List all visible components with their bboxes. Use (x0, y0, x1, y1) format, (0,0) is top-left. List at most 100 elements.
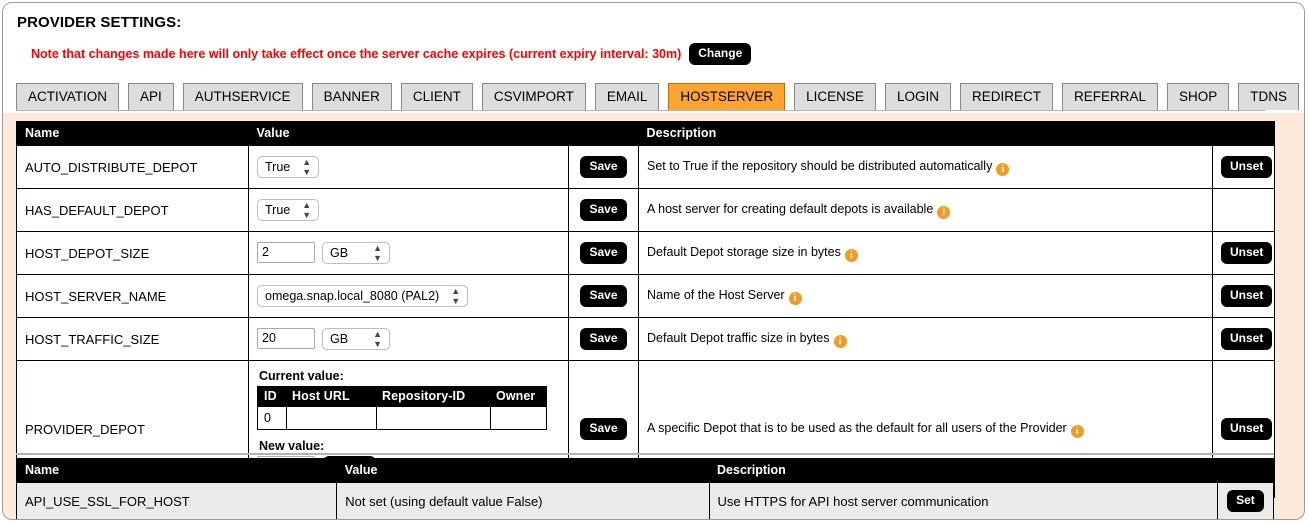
save-button[interactable]: Save (580, 156, 627, 178)
page-title: PROVIDER SETTINGS: (17, 14, 182, 31)
setting-description: Name of the Host Server (647, 288, 785, 302)
tab-authservice[interactable]: AUTHSERVICE (182, 83, 303, 110)
current-depot-table: ID Host URL Repository-ID Owner 0 (257, 386, 547, 430)
tab-license[interactable]: LICENSE (794, 83, 876, 110)
unset-cell: Unset (1212, 317, 1275, 361)
tab-redirect[interactable]: REDIRECT (959, 83, 1053, 110)
header-save-spacer (568, 121, 639, 146)
save-button[interactable]: Save (580, 418, 627, 440)
save-cell: Save (568, 317, 639, 361)
setting-value-cell: GB ▲▼ (248, 231, 569, 275)
unit-select[interactable]: GB ▲ ▼ (322, 242, 390, 265)
value-input[interactable] (257, 327, 315, 349)
chevron-updown-icon: ▲ ▼ (451, 285, 461, 306)
unset-setting-name: API_USE_SSL_FOR_HOST (16, 482, 338, 519)
save-button[interactable]: Save (580, 285, 627, 307)
setting-description-cell: A host server for creating default depot… (638, 188, 1213, 232)
host-server-select[interactable]: omega.snap.local_8080 (PAL2) ▲ ▼ (257, 285, 469, 307)
tab-login[interactable]: LOGIN (884, 83, 951, 110)
tab-email[interactable]: EMAIL (594, 83, 660, 110)
provider-settings-panel: PROVIDER SETTINGS: Note that changes mad… (2, 2, 1305, 520)
unset-cell (1212, 188, 1275, 232)
tab-underline (16, 110, 1265, 111)
unset-table-header-row: Name Value Description (16, 458, 1274, 483)
tab-api[interactable]: API (128, 83, 174, 110)
chevron-updown-icon: ▲ ▼ (373, 242, 382, 263)
unit-select[interactable]: GB ▲ ▼ (322, 328, 390, 351)
current-depot-header-row: ID Host URL Repository-ID Owner (257, 386, 547, 407)
change-expiry-button[interactable]: Change (689, 43, 752, 65)
unset-button[interactable]: Unset (1221, 242, 1273, 264)
depot-col-owner: Owner (490, 386, 547, 407)
setting-description-cell: Default Depot traffic size in bytes i (638, 317, 1213, 361)
current-value-label: Current value: (259, 369, 344, 383)
unset-button[interactable]: Unset (1221, 285, 1273, 307)
unset-setting-value: Not set (using default value False) (336, 482, 710, 519)
setting-value-cell: GB ▲▼ (248, 317, 569, 361)
tab-tdns[interactable]: TDNS (1238, 83, 1299, 110)
depot-col-repository-id: Repository-ID (376, 386, 490, 407)
save-button[interactable]: Save (580, 199, 627, 221)
table-row: AUTO_DISTRIBUTE_DEPOT True ▲ ▼ Save Set to Tr… (16, 145, 1275, 189)
tab-hostserver[interactable]: HOSTSERVER (668, 83, 786, 110)
save-button[interactable]: Save (580, 242, 627, 264)
header-name: Name (16, 121, 249, 146)
value-input[interactable] (257, 241, 315, 263)
table-row: HAS_DEFAULT_DEPOT True ▲ ▼ Save A host server… (16, 188, 1275, 232)
unset-cell: Unset (1212, 231, 1275, 275)
tab-client[interactable]: CLIENT (400, 83, 473, 110)
boolean-select[interactable]: True ▲ ▼ (257, 199, 320, 221)
settings-tab-bar[interactable]: ACTIVATION API AUTHSERVICE BANNER CLIENT CSVI… (16, 83, 1304, 110)
set-button[interactable]: Set (1227, 490, 1264, 512)
info-icon[interactable]: i (788, 292, 802, 305)
setting-value-cell: True ▲ ▼ (248, 188, 569, 232)
chevron-updown-icon: ▲ ▼ (373, 328, 382, 349)
bottom-header-value: Value (336, 458, 710, 483)
unit-select-value: GB (330, 246, 349, 261)
select-value: True (265, 203, 291, 217)
setting-name: HOST_TRAFFIC_SIZE (16, 317, 249, 361)
save-cell: Save (568, 145, 639, 189)
info-icon[interactable]: i (844, 249, 858, 262)
chevron-updown-icon: ▲ ▼ (302, 199, 312, 220)
setting-description: Default Depot traffic size in bytes (647, 331, 830, 345)
setting-name: HAS_DEFAULT_DEPOT (16, 188, 249, 232)
setting-name: AUTO_DISTRIBUTE_DEPOT (16, 145, 249, 189)
cache-expiry-note-text: Note that changes made here will only ta… (31, 46, 682, 61)
depot-cell: 0 (257, 406, 287, 430)
tab-referral[interactable]: REFERRAL (1061, 83, 1158, 110)
tab-csvimport[interactable]: CSVIMPORT (481, 83, 586, 110)
unset-button[interactable]: Unset (1221, 156, 1273, 178)
header-unset-spacer (1212, 121, 1275, 146)
tab-activation[interactable]: ACTIVATION (16, 83, 120, 110)
bottom-header-action-spacer (1217, 458, 1274, 483)
select-value: True (265, 160, 291, 174)
unit-select-value: GB (330, 332, 349, 347)
save-cell: Save (568, 188, 639, 232)
info-icon[interactable]: i (833, 335, 847, 348)
depot-cell (285, 406, 377, 430)
setting-value-cell: True ▲ ▼ (248, 145, 569, 189)
info-icon[interactable]: i (1070, 425, 1084, 438)
setting-description: Default Depot storage size in bytes (647, 245, 841, 259)
save-cell: Save (568, 274, 639, 318)
tab-banner[interactable]: BANNER (311, 83, 392, 110)
setting-description-cell: Set to True if the repository should be … (638, 145, 1213, 189)
table-row: API_USE_SSL_FOR_HOST Not set (using defau… (16, 482, 1274, 519)
unset-button[interactable]: Unset (1221, 328, 1273, 350)
tab-shop[interactable]: SHOP (1166, 83, 1230, 110)
select-value: omega.snap.local_8080 (PAL2) (265, 289, 440, 303)
table-row: HOST_SERVER_NAME omega.snap.local_8080 (P… (16, 274, 1275, 318)
info-icon[interactable]: i (996, 163, 1010, 176)
unset-button[interactable]: Unset (1221, 418, 1273, 440)
chevron-updown-icon: ▲ ▼ (302, 156, 312, 177)
info-icon[interactable]: i (937, 206, 951, 219)
setting-description-cell: Default Depot storage size in bytes i (638, 231, 1213, 275)
setting-description: Set to True if the repository should be … (647, 159, 993, 173)
header-value: Value (248, 121, 569, 146)
setting-description-cell: Name of the Host Server i (638, 274, 1213, 318)
depot-cell (375, 406, 491, 430)
section-divider (16, 453, 1274, 455)
boolean-select[interactable]: True ▲ ▼ (257, 156, 320, 178)
save-button[interactable]: Save (580, 328, 627, 350)
